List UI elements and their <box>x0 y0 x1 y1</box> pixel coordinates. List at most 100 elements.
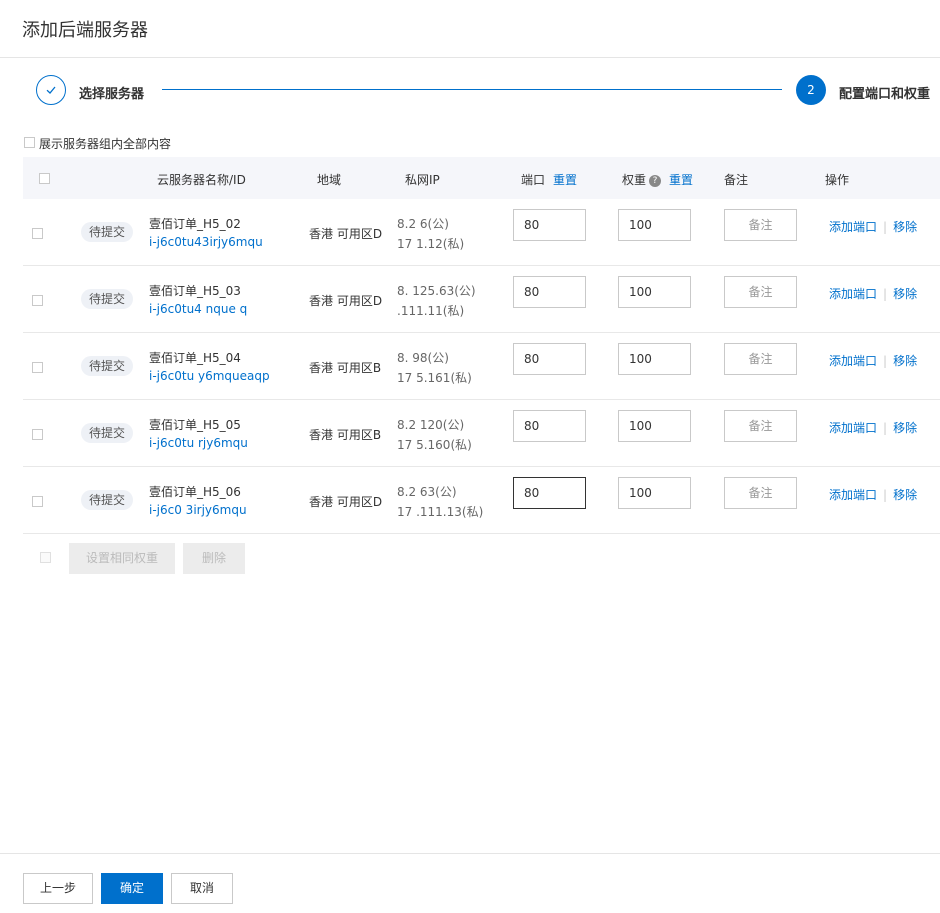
header-divider <box>0 57 940 58</box>
public-ip: 8. 125.63(公) <box>397 284 476 298</box>
step-connector <box>162 89 782 90</box>
add-port-link[interactable]: 添加端口 <box>829 287 877 301</box>
private-ip: 17 .111.13(私) <box>397 505 484 519</box>
batch-delete-button[interactable]: 删除 <box>183 543 245 574</box>
row-checkbox[interactable] <box>32 228 43 239</box>
row-actions: 添加端口 | 移除 <box>829 419 917 436</box>
add-port-link[interactable]: 添加端口 <box>829 421 877 435</box>
port-input[interactable] <box>513 343 586 375</box>
server-name: 壹佰订单_H5_04 <box>149 351 241 365</box>
row-actions: 添加端口 | 移除 <box>829 218 917 235</box>
weight-input[interactable] <box>618 209 691 241</box>
add-port-link[interactable]: 添加端口 <box>829 488 877 502</box>
server-id-link[interactable]: i-j6c0 3irjy6mqu <box>149 503 247 517</box>
port-input[interactable] <box>513 276 586 308</box>
weight-reset-link[interactable]: 重置 <box>669 173 693 187</box>
public-ip: 8.2 120(公) <box>397 418 465 432</box>
server-id-link[interactable]: i-j6c0tu4 nque q <box>149 302 247 316</box>
private-ip: .111.11(私) <box>397 304 465 318</box>
footer-divider <box>0 853 940 854</box>
confirm-button[interactable]: 确定 <box>101 873 163 904</box>
header-ops: 操作 <box>825 173 850 187</box>
select-all-checkbox[interactable] <box>39 173 50 184</box>
weight-input[interactable] <box>618 477 691 509</box>
server-name: 壹佰订单_H5_05 <box>149 418 241 432</box>
header-port-label: 端口 <box>521 173 546 187</box>
set-same-weight-button[interactable]: 设置相同权重 <box>69 543 175 574</box>
weight-input[interactable] <box>618 410 691 442</box>
header-name: 云服务器名称/ID <box>157 173 246 187</box>
row-divider <box>23 399 940 400</box>
check-icon <box>46 86 56 94</box>
public-ip: 8.2 63(公) <box>397 485 457 499</box>
header-region: 地域 <box>317 173 342 187</box>
step-1-indicator <box>36 75 66 105</box>
remove-link[interactable]: 移除 <box>893 488 917 502</box>
note-input[interactable] <box>724 276 797 308</box>
header-weight: 权重? 重置 <box>622 171 693 188</box>
server-id-link[interactable]: i-j6c0tu y6mqueaqp <box>149 369 270 383</box>
port-reset-link[interactable]: 重置 <box>553 173 577 187</box>
status-badge: 待提交 <box>81 222 133 242</box>
note-input[interactable] <box>724 410 797 442</box>
header-port: 端口 重置 <box>521 171 577 188</box>
row-divider <box>23 265 940 266</box>
show-all-checkbox[interactable] <box>24 137 35 148</box>
row-divider <box>23 332 940 333</box>
note-input[interactable] <box>724 209 797 241</box>
remove-link[interactable]: 移除 <box>893 220 917 234</box>
header-note: 备注 <box>724 173 749 187</box>
dialog-title: 添加后端服务器 <box>22 20 148 41</box>
server-name: 壹佰订单_H5_03 <box>149 284 241 298</box>
server-name: 壹佰订单_H5_06 <box>149 485 241 499</box>
server-id-link[interactable]: i-j6c0tu rjy6mqu <box>149 436 248 450</box>
batch-select-checkbox[interactable] <box>40 552 51 563</box>
row-actions: 添加端口 | 移除 <box>829 486 917 503</box>
weight-input[interactable] <box>618 343 691 375</box>
remove-link[interactable]: 移除 <box>893 354 917 368</box>
public-ip: 8. 98(公) <box>397 351 449 365</box>
port-input[interactable] <box>513 209 586 241</box>
row-checkbox[interactable] <box>32 496 43 507</box>
header-ip: 私网IP <box>405 173 440 187</box>
status-badge: 待提交 <box>81 356 133 376</box>
note-input[interactable] <box>724 477 797 509</box>
port-input[interactable] <box>513 410 586 442</box>
show-all-label: 展示服务器组内全部内容 <box>39 137 172 151</box>
cancel-button[interactable]: 取消 <box>171 873 233 904</box>
public-ip: 8.2 6(公) <box>397 217 449 231</box>
row-divider <box>23 466 940 467</box>
weight-input[interactable] <box>618 276 691 308</box>
step-1-label: 选择服务器 <box>79 87 145 102</box>
header-weight-label: 权重 <box>622 173 647 187</box>
row-actions: 添加端口 | 移除 <box>829 352 917 369</box>
action-separator: | <box>883 488 888 502</box>
row-checkbox[interactable] <box>32 362 43 373</box>
row-checkbox[interactable] <box>32 295 43 306</box>
add-port-link[interactable]: 添加端口 <box>829 354 877 368</box>
step-2-indicator: 2 <box>796 75 826 105</box>
help-icon[interactable]: ? <box>649 174 662 187</box>
remove-link[interactable]: 移除 <box>893 287 917 301</box>
server-region: 香港 可用区D <box>309 227 383 241</box>
remove-link[interactable]: 移除 <box>893 421 917 435</box>
server-id-link[interactable]: i-j6c0tu43irjy6mqu <box>149 235 263 249</box>
row-divider <box>23 533 940 534</box>
action-separator: | <box>883 421 888 435</box>
row-checkbox[interactable] <box>32 429 43 440</box>
port-input[interactable] <box>513 477 586 509</box>
server-region: 香港 可用区D <box>309 294 383 308</box>
server-region: 香港 可用区D <box>309 495 383 509</box>
action-separator: | <box>883 354 888 368</box>
status-badge: 待提交 <box>81 423 133 443</box>
add-port-link[interactable]: 添加端口 <box>829 220 877 234</box>
server-region: 香港 可用区B <box>309 361 382 375</box>
status-badge: 待提交 <box>81 490 133 510</box>
private-ip: 17 5.161(私) <box>397 371 472 385</box>
action-separator: | <box>883 220 888 234</box>
server-region: 香港 可用区B <box>309 428 382 442</box>
prev-step-button[interactable]: 上一步 <box>23 873 93 904</box>
step-2-label: 配置端口和权重 <box>839 87 931 102</box>
status-badge: 待提交 <box>81 289 133 309</box>
note-input[interactable] <box>724 343 797 375</box>
